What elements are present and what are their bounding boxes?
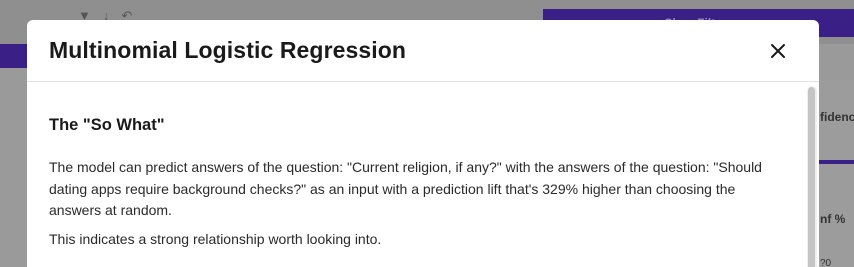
- conclusion-paragraph: This indicates a strong relationship wor…: [49, 230, 382, 247]
- background-right-band: [818, 160, 854, 164]
- background-column-header: fidenc: [820, 110, 854, 124]
- close-button[interactable]: [767, 40, 789, 62]
- background-column-header-2: nf %: [820, 212, 846, 226]
- section-title: The "So What": [49, 116, 165, 134]
- modal-body[interactable]: The "So What" The model can predict answ…: [27, 82, 819, 267]
- modal-header: Multinomial Logistic Regression: [27, 20, 819, 82]
- background-accent-strip: [0, 44, 27, 68]
- scrollbar-thumb[interactable]: [808, 87, 815, 267]
- background-cell: ?0: [820, 258, 832, 267]
- background-right-panel: [818, 80, 854, 267]
- modal-title: Multinomial Logistic Regression: [49, 37, 407, 63]
- modal-content: The "So What" The model can predict answ…: [27, 82, 819, 250]
- modal-dialog: Multinomial Logistic Regression The "So …: [27, 20, 819, 267]
- close-icon: [771, 44, 785, 58]
- summary-paragraph: The model can predict answers of the que…: [49, 159, 762, 218]
